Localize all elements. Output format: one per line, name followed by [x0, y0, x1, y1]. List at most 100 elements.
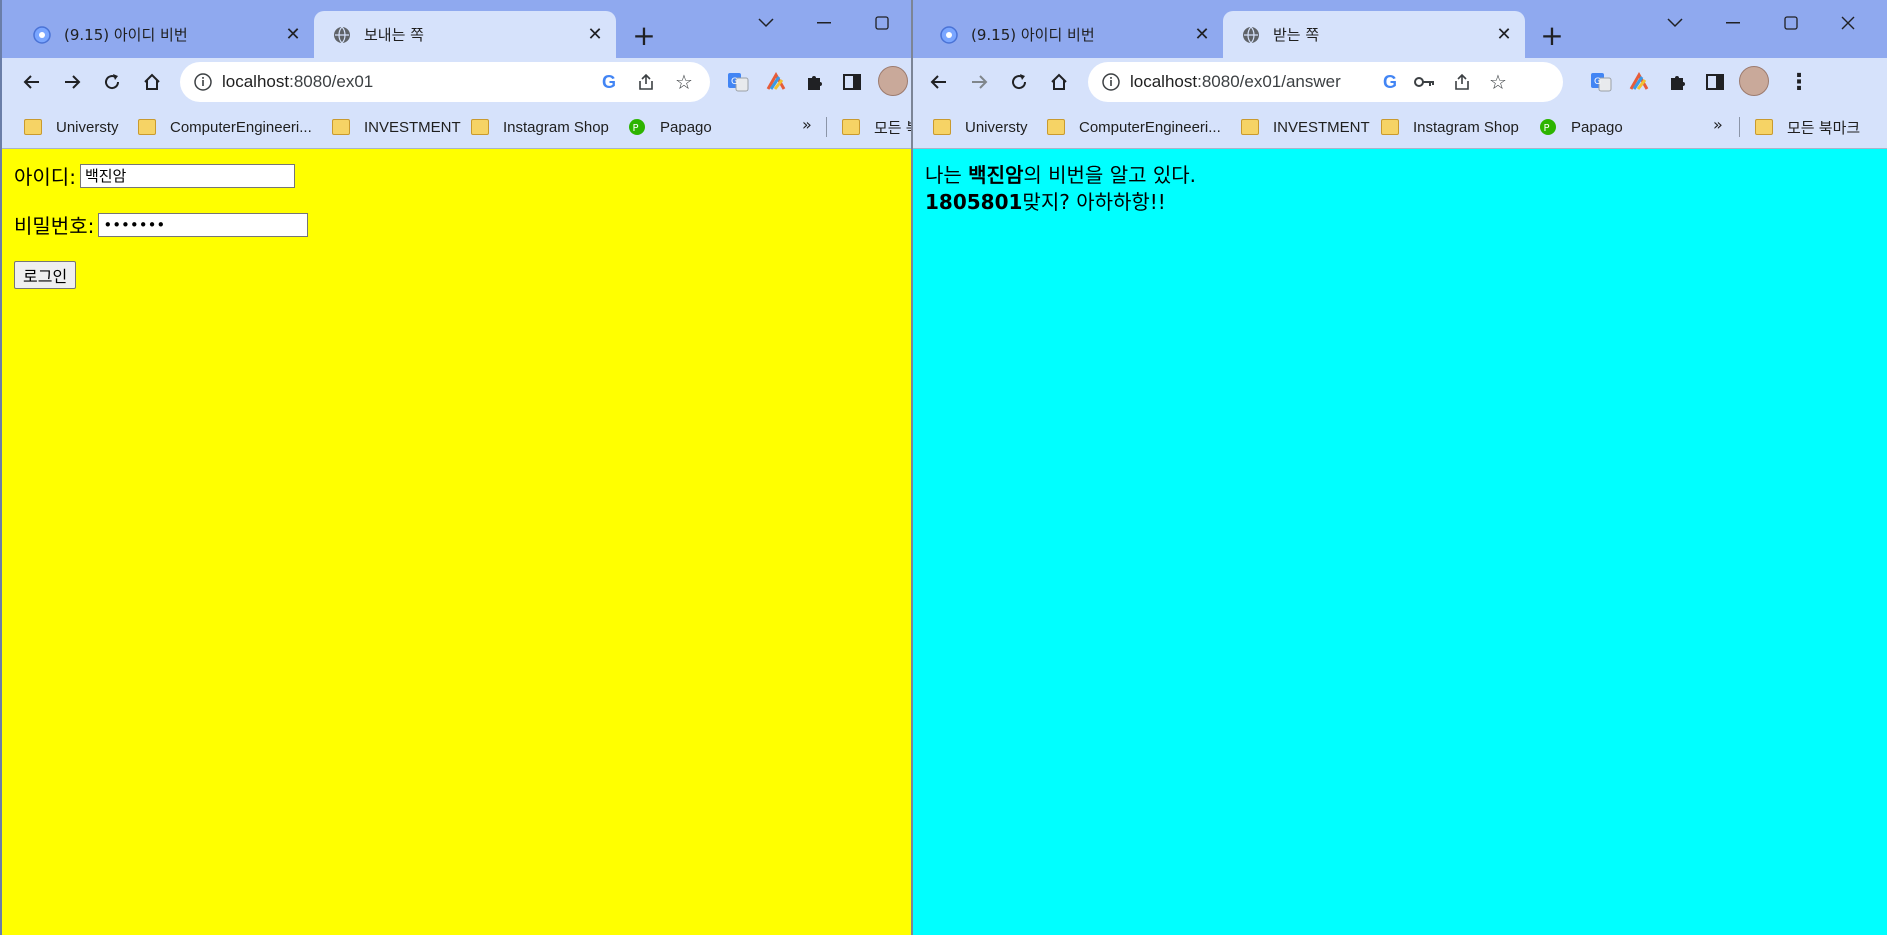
papago-icon: P [1539, 118, 1557, 136]
menu-kebab-icon[interactable]: ⋮ [1783, 66, 1815, 98]
tab-title: (9.15) 아이디 비번 [971, 26, 1095, 44]
bookmarks-overflow-button[interactable]: » [1713, 115, 1723, 134]
info-icon[interactable] [192, 71, 214, 93]
all-bookmarks-button[interactable]: 모든 북마크 [1755, 115, 1860, 139]
bookmarks-overflow-button[interactable]: » [802, 115, 812, 134]
tab-active[interactable]: 보내는 쪽 ✕ [314, 11, 616, 58]
share-icon[interactable] [634, 70, 658, 94]
extensions-puzzle-icon[interactable] [798, 66, 830, 98]
folder-icon [138, 119, 156, 135]
info-icon[interactable] [1100, 71, 1122, 93]
page-content-receiver: 나는 백진암의 비번을 알고 있다. 1805801맞지? 아하하항!! [913, 149, 1887, 935]
answer-suffix: 의 비번을 알고 있다. [1023, 163, 1197, 187]
close-window-button[interactable] [1825, 6, 1871, 40]
address-bar[interactable]: localhost:8080/ex01 G ☆ [180, 62, 710, 102]
folder-icon [842, 119, 860, 135]
svg-text:G: G [731, 77, 738, 87]
reload-icon[interactable] [96, 66, 128, 98]
folder-icon [1381, 119, 1399, 135]
svg-text:P: P [1544, 123, 1550, 134]
answer-suffix: 맞지? 아하하항!! [1022, 190, 1166, 214]
url-text: localhost:8080/ex01 [222, 72, 374, 91]
globe-icon [332, 25, 352, 45]
password-row: 비밀번호: [14, 210, 309, 239]
tab-inactive[interactable]: (9.15) 아이디 비번 ✕ [14, 11, 314, 58]
globe-icon [1241, 25, 1261, 45]
all-bookmarks-button[interactable]: 모든 북 [842, 115, 912, 139]
folder-icon [471, 119, 489, 135]
answer-prefix: 나는 [925, 163, 969, 187]
tab-inactive[interactable]: (9.15) 아이디 비번 ✕ [921, 11, 1223, 58]
translate-icon[interactable]: G [722, 66, 754, 98]
bookmark-item[interactable]: INVESTMENT [1241, 115, 1370, 139]
minimize-button[interactable] [801, 6, 847, 40]
chevron-down-icon[interactable] [743, 6, 789, 40]
forward-icon[interactable] [963, 66, 995, 98]
google-icon[interactable]: G [1378, 70, 1402, 94]
star-icon[interactable]: ☆ [1486, 70, 1510, 94]
browser-toolbar: localhost:8080/ex01 G ☆ G [2, 58, 912, 106]
bookmarks-separator [1739, 117, 1740, 137]
password-input[interactable] [98, 212, 309, 237]
browser-window-right: (9.15) 아이디 비번 ✕ 받는 쪽 ✕ + localhost:8080/… [913, 0, 1887, 935]
star-icon[interactable]: ☆ [672, 70, 696, 94]
bookmark-label: Papago [1571, 118, 1623, 136]
forward-icon[interactable] [56, 66, 88, 98]
back-icon[interactable] [16, 66, 48, 98]
tab-title: 받는 쪽 [1273, 26, 1320, 44]
close-icon[interactable]: ✕ [1191, 23, 1213, 45]
bookmark-label: 모든 북 [874, 119, 912, 137]
bookmark-item[interactable]: Instagram Shop [471, 115, 609, 139]
minimize-button[interactable] [1710, 6, 1756, 40]
bookmark-item[interactable]: Universty [24, 115, 119, 139]
id-input[interactable] [79, 163, 295, 188]
address-bar[interactable]: localhost:8080/ex01/answer G ☆ [1088, 62, 1563, 102]
extension-color-icon[interactable] [760, 66, 792, 98]
bookmark-item[interactable]: P Papago [628, 115, 712, 139]
chevron-down-icon[interactable] [1652, 6, 1698, 40]
side-panel-icon[interactable] [1699, 66, 1731, 98]
folder-icon [1755, 119, 1773, 135]
home-icon[interactable] [136, 66, 168, 98]
maximize-button[interactable] [859, 6, 905, 40]
bookmarks-separator [826, 117, 827, 137]
bookmark-item[interactable]: INVESTMENT [332, 115, 461, 139]
answer-username: 백진암 [968, 163, 1024, 187]
key-icon[interactable] [1413, 70, 1437, 94]
maximize-button[interactable] [1768, 6, 1814, 40]
avatar[interactable] [878, 66, 908, 96]
google-icon[interactable]: G [597, 70, 621, 94]
new-tab-button[interactable]: + [627, 18, 661, 52]
login-button[interactable]: 로그인 [14, 261, 77, 289]
avatar[interactable] [1739, 66, 1769, 96]
extension-color-icon[interactable] [1623, 66, 1655, 98]
close-icon[interactable]: ✕ [282, 23, 304, 45]
back-icon[interactable] [923, 66, 955, 98]
bookmark-item[interactable]: Universty [933, 115, 1028, 139]
extensions-puzzle-icon[interactable] [1661, 66, 1693, 98]
new-tab-button[interactable]: + [1535, 18, 1569, 52]
bookmark-label: ComputerEngineeri... [1079, 118, 1221, 136]
bookmark-item[interactable]: Instagram Shop [1381, 115, 1519, 139]
password-label: 비밀번호: [14, 214, 95, 238]
bookmark-item[interactable]: ComputerEngineeri... [138, 115, 312, 139]
tab-active[interactable]: 받는 쪽 ✕ [1223, 11, 1525, 58]
side-panel-icon[interactable] [836, 66, 868, 98]
bookmark-item[interactable]: P Papago [1539, 115, 1623, 139]
app-favicon-icon [939, 25, 959, 45]
translate-icon[interactable]: G [1585, 66, 1617, 98]
tab-strip: (9.15) 아이디 비번 ✕ 받는 쪽 ✕ + [913, 0, 1887, 58]
close-icon[interactable]: ✕ [1493, 23, 1515, 45]
reload-icon[interactable] [1003, 66, 1035, 98]
home-icon[interactable] [1043, 66, 1075, 98]
svg-text:P: P [633, 123, 639, 134]
bookmark-label: Papago [660, 118, 712, 136]
share-icon[interactable] [1450, 70, 1474, 94]
page-content-sender: 아이디: 비밀번호: 로그인 [2, 149, 912, 935]
bookmark-item[interactable]: ComputerEngineeri... [1047, 115, 1221, 139]
bookmark-label: Universty [56, 118, 119, 136]
folder-icon [24, 119, 42, 135]
bookmark-label: Universty [965, 118, 1028, 136]
close-icon[interactable]: ✕ [584, 23, 606, 45]
folder-icon [1047, 119, 1065, 135]
